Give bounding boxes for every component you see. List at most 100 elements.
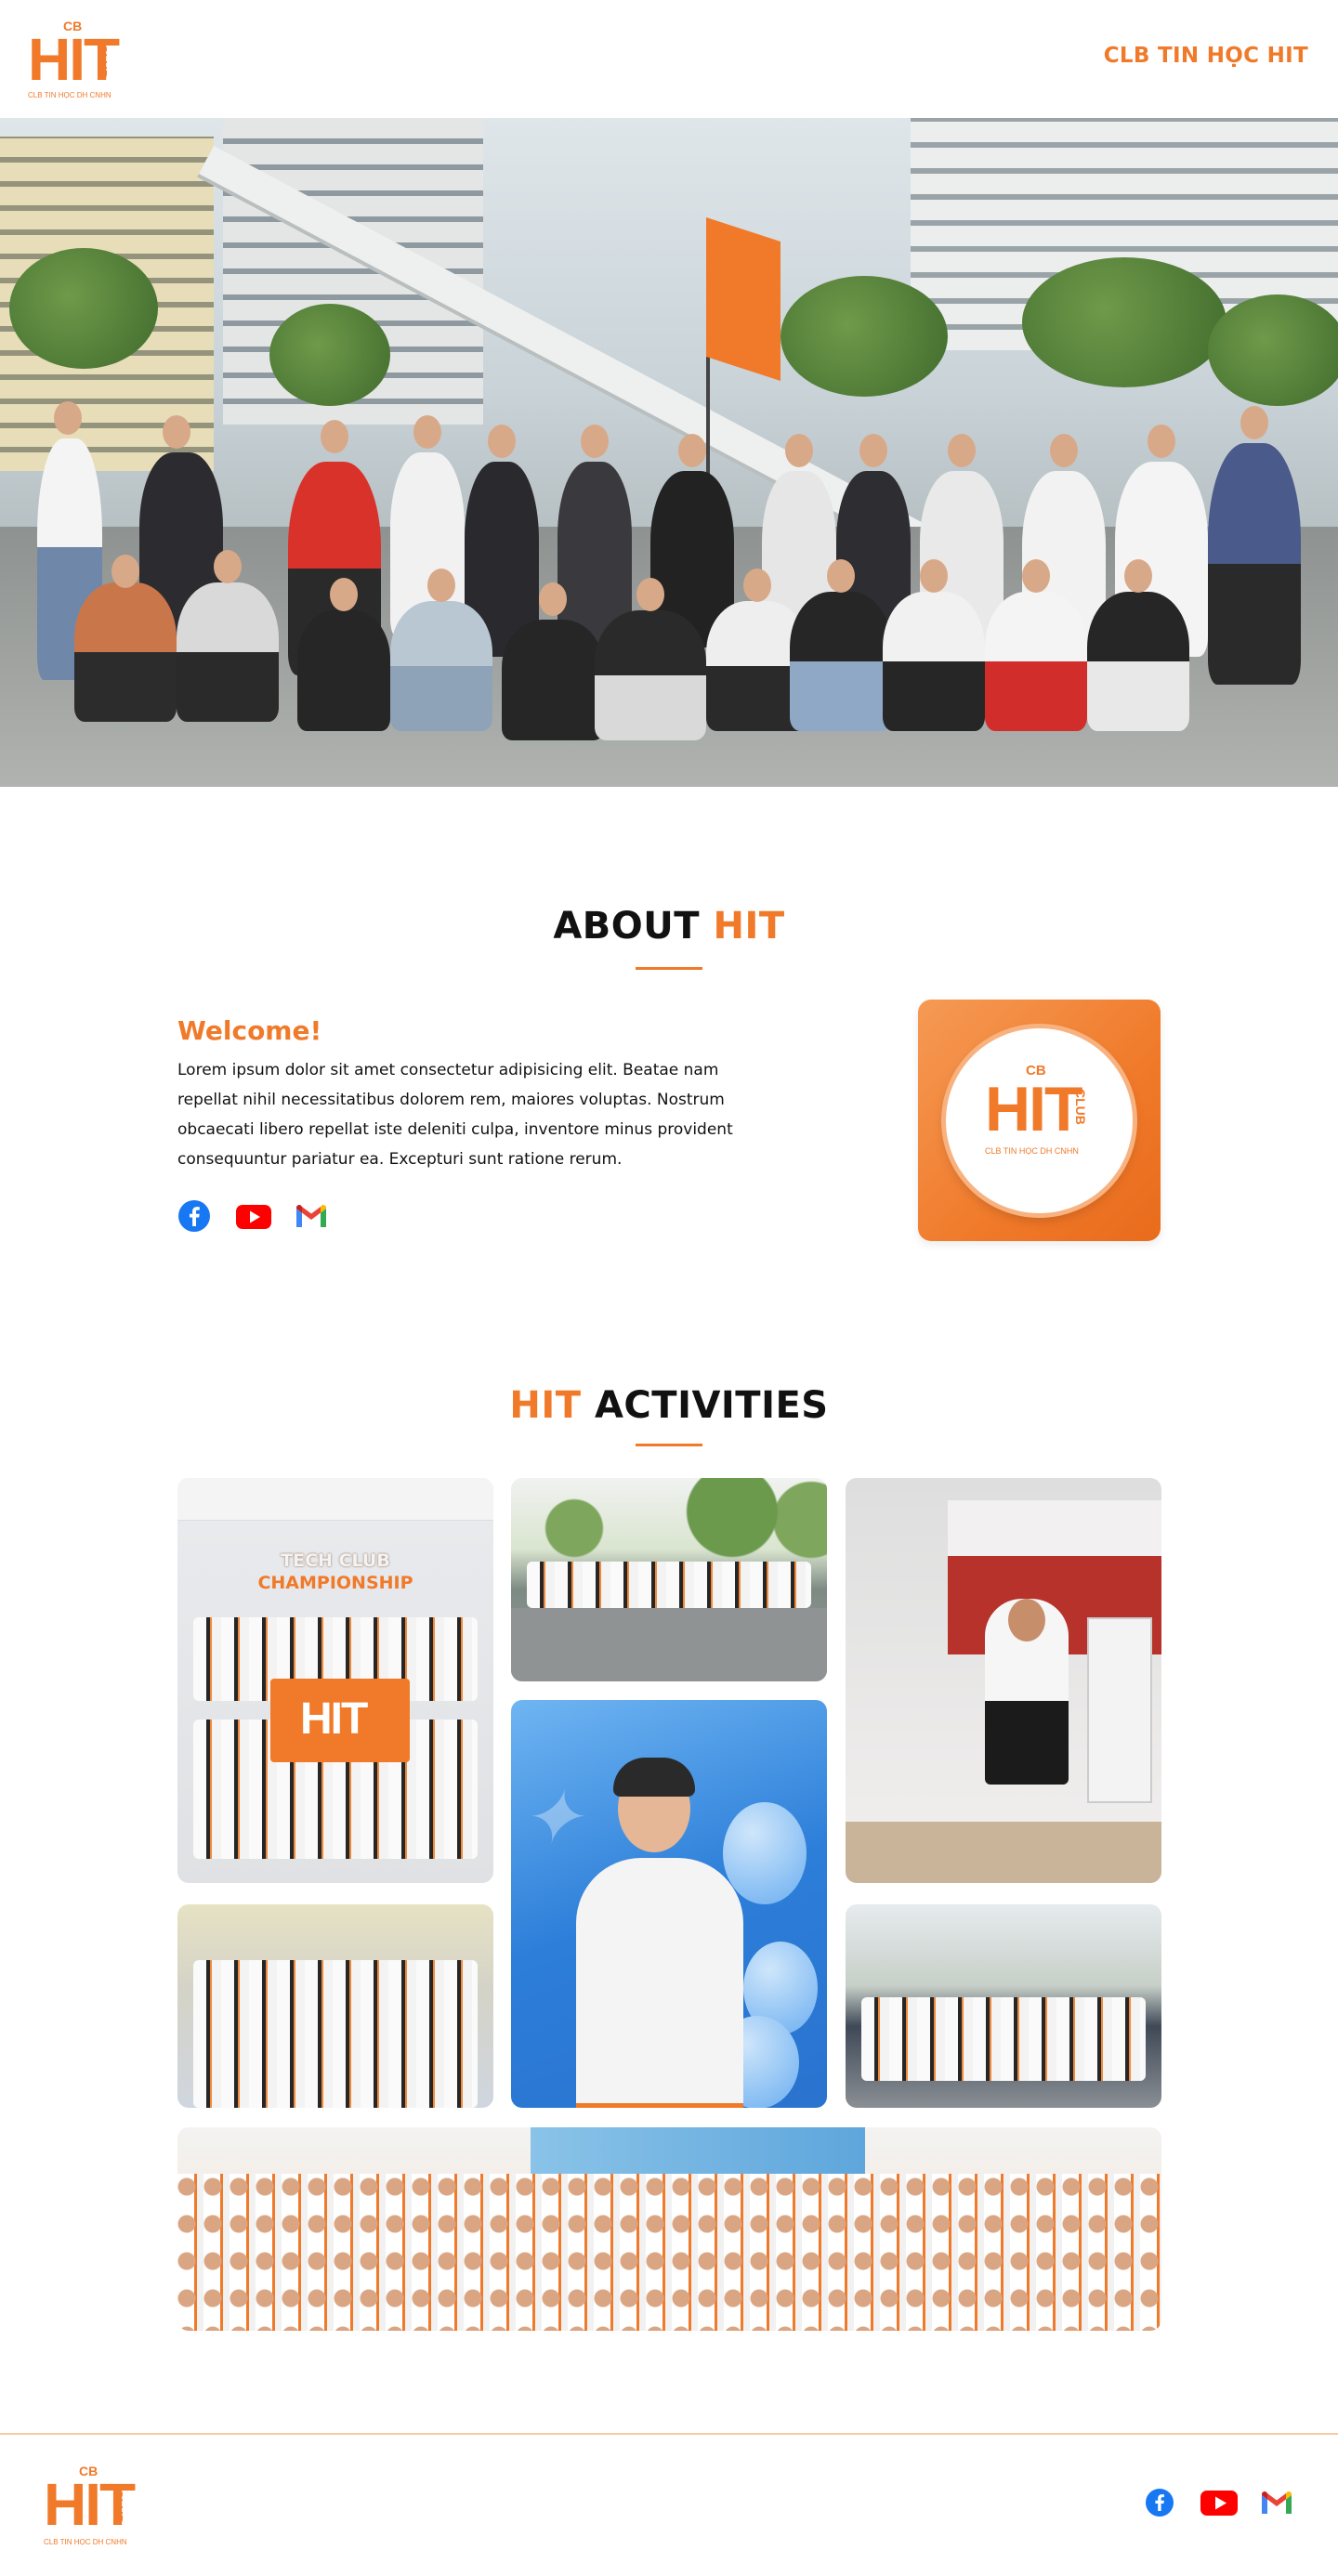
hero-head xyxy=(859,434,887,467)
footer-social-links xyxy=(1143,2486,1295,2519)
activity-photo-outdoor-group[interactable] xyxy=(511,1478,827,1681)
about-logo-card: CB HIT CLUB CLB TIN HỌC DH CNHN xyxy=(918,1000,1161,1241)
hero-head xyxy=(678,434,706,467)
photo-backdrop-text: ✦ xyxy=(520,1774,584,1861)
about-card-logo: CB HIT CLUB CLB TIN HỌC DH CNHN xyxy=(985,1063,1106,1180)
photo-sponsor-strip xyxy=(177,1478,493,1521)
hero-head xyxy=(743,569,771,602)
hero-head xyxy=(321,420,348,453)
photo-banner-text: HIT xyxy=(300,1694,368,1744)
hero-person xyxy=(297,610,390,731)
about-title-underline xyxy=(636,967,702,970)
activity-photo-plaza-group[interactable] xyxy=(846,1904,1161,2108)
youtube-link[interactable] xyxy=(1200,2486,1238,2519)
hero-head xyxy=(581,425,609,458)
hero-tree xyxy=(269,304,390,406)
brand-name: CLB TIN HỌC HIT xyxy=(1103,44,1308,68)
facebook-icon xyxy=(1146,2489,1174,2517)
hero-group-photo xyxy=(0,118,1338,787)
hero-person xyxy=(790,592,892,731)
footer-logo[interactable]: CB HIT CLUB CLB TIN HỌC DH CNHN xyxy=(44,2462,137,2555)
logo-tagline: CLB TIN HỌC DH CNHN xyxy=(44,2538,127,2546)
activity-photo-championship[interactable]: TECH CLUB CHAMPIONSHIP HIT xyxy=(177,1478,493,1883)
logo-club-text: CLUB xyxy=(1073,1089,1088,1125)
hero-person xyxy=(1208,443,1301,685)
activities-title-accent: HIT xyxy=(509,1384,582,1427)
hero-person xyxy=(883,592,985,731)
hero-head xyxy=(785,434,813,467)
activity-photo-mc[interactable]: ✦ xyxy=(511,1700,827,2108)
header-logo[interactable]: CB HIT CLUB CLB TIN HỌC DH CNHN xyxy=(28,17,121,110)
facebook-link[interactable] xyxy=(1143,2486,1180,2519)
hero-head xyxy=(539,582,567,616)
photo-road xyxy=(511,1608,827,1681)
logo-club-text: CLUB xyxy=(112,2490,125,2524)
youtube-link[interactable] xyxy=(235,1199,272,1233)
hero-tree xyxy=(1208,294,1338,406)
activities-title-main: ACTIVITIES xyxy=(581,1384,829,1427)
logo-club-text: CLUB xyxy=(96,45,110,79)
logo-hit-mark: HIT xyxy=(985,1074,1083,1144)
site-header: CB HIT CLUB CLB TIN HỌC DH CNHN CLB TIN … xyxy=(0,0,1338,118)
gmail-link[interactable] xyxy=(293,1199,330,1233)
hero-head xyxy=(1022,559,1050,593)
hero-person xyxy=(74,582,177,722)
hero-head xyxy=(1240,406,1268,439)
photo-crowd xyxy=(193,1785,478,1859)
welcome-heading: Welcome! xyxy=(177,1015,322,1046)
activities-title: HIT ACTIVITIES xyxy=(0,1384,1338,1427)
photo-trees xyxy=(511,1478,827,1562)
activity-photo-hall-group[interactable] xyxy=(177,2127,1161,2331)
hero-tree xyxy=(780,276,948,397)
about-title: ABOUT HIT xyxy=(0,905,1338,948)
facebook-icon xyxy=(178,1200,210,1232)
hero-person xyxy=(502,620,604,740)
youtube-icon xyxy=(1200,2491,1238,2516)
gmail-icon xyxy=(1262,2491,1292,2514)
about-social-links xyxy=(177,1199,330,1233)
hero-flag xyxy=(706,217,780,381)
photo-crowd xyxy=(861,1997,1146,2081)
hero-head xyxy=(330,578,358,611)
youtube-icon xyxy=(236,1205,271,1229)
hero-person xyxy=(177,582,279,722)
photo-desk xyxy=(846,1822,1161,1883)
footer-divider xyxy=(0,2433,1338,2435)
hero-head xyxy=(112,555,139,588)
photo-hit-banner: HIT xyxy=(270,1679,410,1762)
photo-speaker-face xyxy=(1008,1599,1045,1641)
gmail-icon xyxy=(296,1204,326,1227)
logo-tagline: CLB TIN HỌC DH CNHN xyxy=(28,91,112,99)
hero-head xyxy=(948,434,976,467)
hero-head xyxy=(214,550,242,583)
photo-crowd xyxy=(177,2174,1161,2331)
hero-head xyxy=(827,559,855,593)
hero-head xyxy=(54,401,82,435)
photo-crowd xyxy=(527,1562,811,1608)
hero-person xyxy=(985,592,1087,731)
hero-person xyxy=(390,601,492,731)
gmail-link[interactable] xyxy=(1258,2486,1295,2519)
photo-caption-line2: CHAMPIONSHIP xyxy=(257,1573,413,1593)
activities-title-underline xyxy=(636,1444,702,1446)
photo-crowd xyxy=(193,2007,478,2108)
hero-head xyxy=(1148,425,1175,458)
hero-tree xyxy=(9,248,158,369)
hero-head xyxy=(488,425,516,458)
about-title-accent: HIT xyxy=(713,905,785,948)
logo-tagline: CLB TIN HỌC DH CNHN xyxy=(985,1146,1079,1156)
activity-photo-speaker[interactable] xyxy=(846,1478,1161,1883)
hero-tree xyxy=(1022,257,1226,387)
hero-head xyxy=(1124,559,1152,593)
hero-head xyxy=(427,569,455,602)
photo-mc-hair xyxy=(613,1758,695,1797)
photo-caption-line1: TECH CLUB xyxy=(281,1550,390,1571)
hero-person xyxy=(595,610,706,740)
hero-head xyxy=(163,415,190,449)
photo-balloon xyxy=(723,1802,807,1904)
hero-person xyxy=(1087,592,1189,731)
facebook-link[interactable] xyxy=(177,1199,215,1233)
hero-head xyxy=(636,578,664,611)
hero-head xyxy=(920,559,948,593)
activity-photo-indoor-group[interactable] xyxy=(177,1904,493,2108)
